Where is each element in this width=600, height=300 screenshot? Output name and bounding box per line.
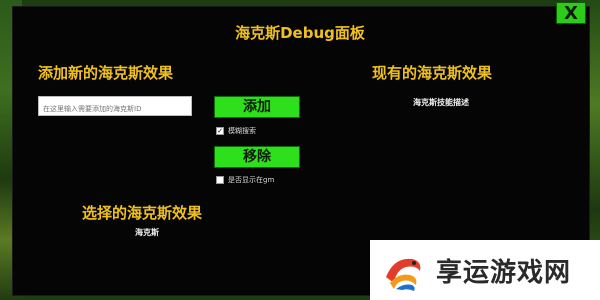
remove-button[interactable]: 移除 (214, 146, 300, 168)
dragon-logo-icon (379, 246, 427, 294)
add-button[interactable]: 添加 (214, 96, 300, 118)
panel-title: 海克斯Debug面板 (235, 24, 365, 42)
add-section-heading: 添加新的海克斯效果 (38, 64, 174, 82)
show-in-gm-label: 是否显示在gm (228, 176, 275, 184)
watermark-text: 享运游戏网 (436, 257, 572, 288)
close-button[interactable]: X (556, 2, 586, 24)
fuzzy-search-label: 模糊搜索 (228, 127, 256, 135)
watermark: 享运游戏网 (370, 240, 600, 300)
existing-section-heading: 现有的海克斯效果 (372, 64, 493, 82)
hex-id-input[interactable] (38, 96, 192, 116)
hex-skill-description: 海克斯技能描述 (413, 98, 469, 107)
selected-section-heading: 选择的海克斯效果 (82, 204, 203, 222)
fuzzy-search-checkbox[interactable]: ✓ (216, 127, 224, 135)
show-in-gm-option[interactable]: 是否显示在gm (216, 175, 274, 185)
fuzzy-search-option[interactable]: ✓ 模糊搜索 (216, 126, 256, 136)
show-in-gm-checkbox[interactable] (216, 176, 224, 184)
selected-hex-value: 海克斯 (135, 228, 159, 237)
